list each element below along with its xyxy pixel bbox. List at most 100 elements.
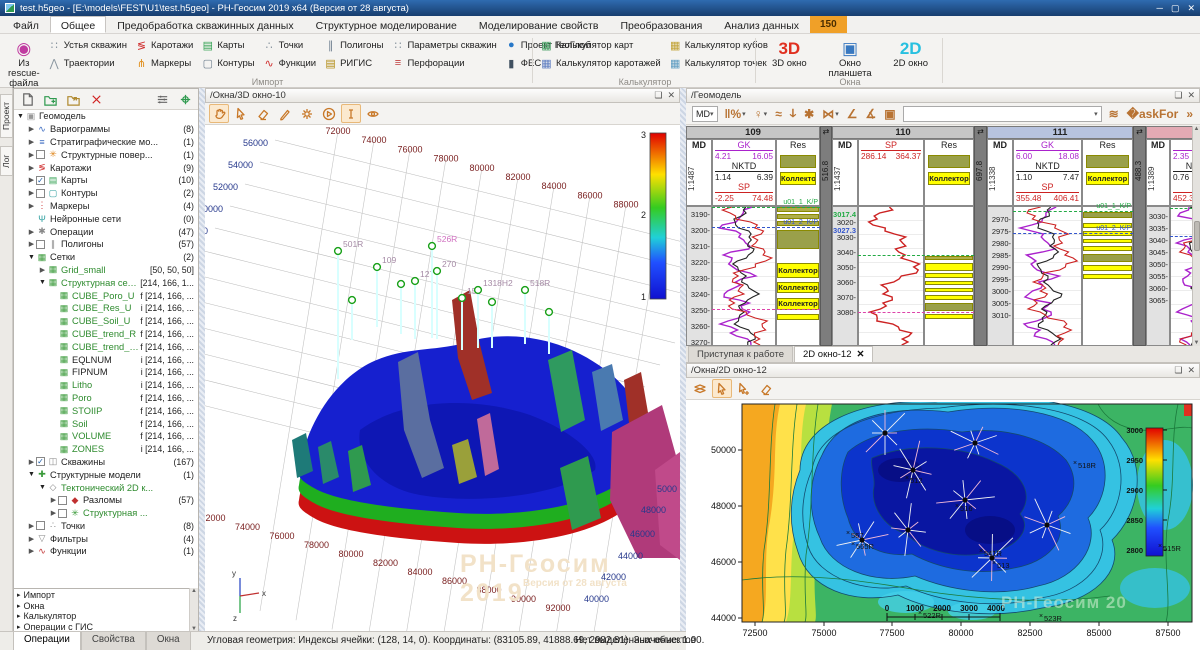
template-combo[interactable]: ▾: [903, 106, 1102, 122]
tree-item[interactable]: ▦Soilf [214, 166, ...: [14, 417, 198, 430]
tree-item[interactable]: ▶▦Grid_small[50, 50, 50]: [14, 264, 198, 277]
tree-item[interactable]: ▼▣Геомодель: [14, 110, 198, 123]
tree-item[interactable]: ▦CUBE_Res_Ui [214, 166, ...: [14, 302, 198, 315]
tree-item[interactable]: ▦CUBE_Poro_Uf [214, 166, ...: [14, 289, 198, 302]
maximize-button[interactable]: ▢: [1171, 3, 1180, 14]
dock-tab-project[interactable]: Проект: [0, 94, 13, 138]
ribbon-button[interactable]: ∷Параметры скважин: [391, 37, 496, 53]
operations-list-item[interactable]: ▸Окна: [14, 601, 198, 612]
tree-item[interactable]: ▦VOLUMEf [214, 166, ...: [14, 430, 198, 443]
tree-item[interactable]: ▦Lithoi [214, 166, ...: [14, 379, 198, 392]
play-icon[interactable]: [319, 104, 339, 123]
tree-item[interactable]: ▶▢Контуры(2): [14, 187, 198, 200]
expander-icon[interactable]: ▼: [16, 113, 25, 120]
bottom-tab[interactable]: Свойства: [81, 632, 146, 650]
logs-fill-icon[interactable]: ≈: [772, 104, 785, 123]
ribbon-button[interactable]: ≡Перфорации: [391, 55, 496, 71]
ribbon-button[interactable]: ⋔Маркеры: [135, 55, 193, 71]
wells-scrollbar[interactable]: ▲▼: [1192, 126, 1200, 346]
expander-icon[interactable]: ▶: [27, 151, 36, 159]
eye-icon[interactable]: [363, 104, 383, 123]
close-icon[interactable]: ✕: [667, 90, 675, 101]
expander-icon[interactable]: ▸: [17, 602, 21, 610]
well-header[interactable]: 109: [686, 126, 820, 139]
tree-item[interactable]: ▶✓▤Карты(10): [14, 174, 198, 187]
tree-item[interactable]: ▦FIPNUMi [214, 166, ...: [14, 366, 198, 379]
tree-item[interactable]: ▶∥Полигоны(57): [14, 238, 198, 251]
tree-item[interactable]: ▶✱Операции(47): [14, 225, 198, 238]
ribbon-button[interactable]: ▣Окно планшета: [824, 37, 877, 79]
bottom-tab[interactable]: Операции: [13, 632, 81, 650]
expander-icon[interactable]: ▶: [27, 522, 36, 530]
tree-item[interactable]: ▦CUBE_Soil_Uf [214, 166, ...: [14, 315, 198, 328]
document-tab[interactable]: 2D окно-12✕: [794, 346, 873, 362]
document-tab[interactable]: Приступая к работе: [688, 346, 793, 362]
cursor-icon[interactable]: [231, 104, 251, 123]
menu-tab[interactable]: Анализ данных: [713, 16, 810, 33]
histogram-icon[interactable]: ≋: [1106, 104, 1122, 123]
close-icon[interactable]: ✕: [856, 349, 864, 360]
expander-icon[interactable]: ▼: [27, 254, 36, 261]
tree-item[interactable]: ▦CUBE_trend_Rf [214, 166, ...: [14, 328, 198, 341]
scale-ruler-icon[interactable]: ‖%▾: [722, 104, 749, 123]
float-icon[interactable]: ❏: [654, 90, 662, 101]
tree-item[interactable]: ▶▽Фильтры(4): [14, 532, 198, 545]
ribbon-button[interactable]: ∿Функции: [263, 55, 316, 71]
checkbox[interactable]: [36, 189, 45, 198]
tree-item[interactable]: ▼▦Структурная сетка[214, 166, 1...: [14, 276, 198, 289]
expander-icon[interactable]: ▶: [27, 535, 36, 543]
tree-item[interactable]: ▦ZONESi [214, 166, ...: [14, 443, 198, 456]
layers-fill-icon[interactable]: �askFor: [1124, 104, 1182, 123]
close-icon[interactable]: ✕: [1187, 90, 1195, 101]
well-splitter[interactable]: ⇄516.8: [820, 126, 832, 346]
well-header[interactable]: 110: [832, 126, 974, 139]
close-button[interactable]: ✕: [1187, 3, 1195, 14]
ribbon-button[interactable]: ∥Полигоны: [324, 37, 383, 53]
tree-item[interactable]: ▶✓◫Скважины(167): [14, 456, 198, 469]
tree-item[interactable]: ▶∿Функции(1): [14, 545, 198, 558]
tree-item[interactable]: ▶✳Структурная ...: [14, 507, 198, 520]
layers-icon[interactable]: [690, 379, 710, 398]
checkbox[interactable]: ✓: [36, 176, 45, 185]
correlation-view-icon[interactable]: ∡: [862, 104, 879, 123]
checkbox[interactable]: [36, 521, 45, 530]
eraser-icon[interactable]: [253, 104, 273, 123]
checkbox[interactable]: ✓: [36, 457, 45, 466]
ribbon-button[interactable]: ▦Калькулятор каротажей: [540, 55, 661, 71]
expander-icon[interactable]: ▶: [27, 125, 36, 133]
locate-icon[interactable]: [175, 90, 195, 109]
ibeam-icon[interactable]: [341, 104, 361, 123]
expander-icon[interactable]: ▶: [27, 228, 36, 236]
add-folder-icon[interactable]: [40, 90, 60, 109]
expander-icon[interactable]: ▶: [27, 176, 36, 184]
open-folder-icon[interactable]: [63, 90, 83, 109]
float-icon[interactable]: ❏: [1174, 365, 1182, 376]
expander-icon[interactable]: ▶: [38, 266, 47, 274]
menu-tab[interactable]: Структурное моделирование: [305, 16, 468, 33]
checkbox[interactable]: [58, 509, 67, 518]
delete-icon[interactable]: [86, 90, 106, 109]
ribbon-button[interactable]: 3D3D окно: [763, 37, 816, 69]
expander-icon[interactable]: ▼: [38, 484, 47, 491]
minimize-button[interactable]: ─: [1157, 3, 1163, 14]
correlation-edit-icon[interactable]: ∠: [844, 104, 861, 123]
ribbon-button[interactable]: ≶Каротажи: [135, 37, 193, 53]
save-icon[interactable]: ▣: [881, 104, 898, 123]
tree-item[interactable]: ▶◆Разломы(57): [14, 494, 198, 507]
settings-gears-icon[interactable]: ✱: [801, 104, 817, 123]
close-icon[interactable]: ✕: [1187, 365, 1195, 376]
expander-icon[interactable]: ▶: [49, 509, 58, 517]
tree-item[interactable]: ▼▦Сетки(2): [14, 251, 198, 264]
tree-item[interactable]: ▦EQLNUMi [214, 166, ...: [14, 353, 198, 366]
ribbon-button[interactable]: ▤Карты: [201, 37, 254, 53]
expander-icon[interactable]: ▶: [27, 202, 36, 210]
expander-icon[interactable]: ▸: [17, 591, 21, 599]
tree-item[interactable]: ▶⋮Маркеры(4): [14, 200, 198, 213]
dock-tab-log[interactable]: Лог: [0, 146, 13, 176]
overflow-chevron-icon[interactable]: »: [1183, 104, 1196, 123]
expander-icon[interactable]: ▸: [17, 612, 21, 620]
bottom-tab[interactable]: Окна: [146, 632, 191, 650]
2d-map[interactable]: ×518R×515R×565R×567×541R×513×523R×522R×5…: [686, 402, 1200, 650]
pencil-icon[interactable]: [275, 104, 295, 123]
expander-icon[interactable]: ▶: [27, 240, 36, 248]
